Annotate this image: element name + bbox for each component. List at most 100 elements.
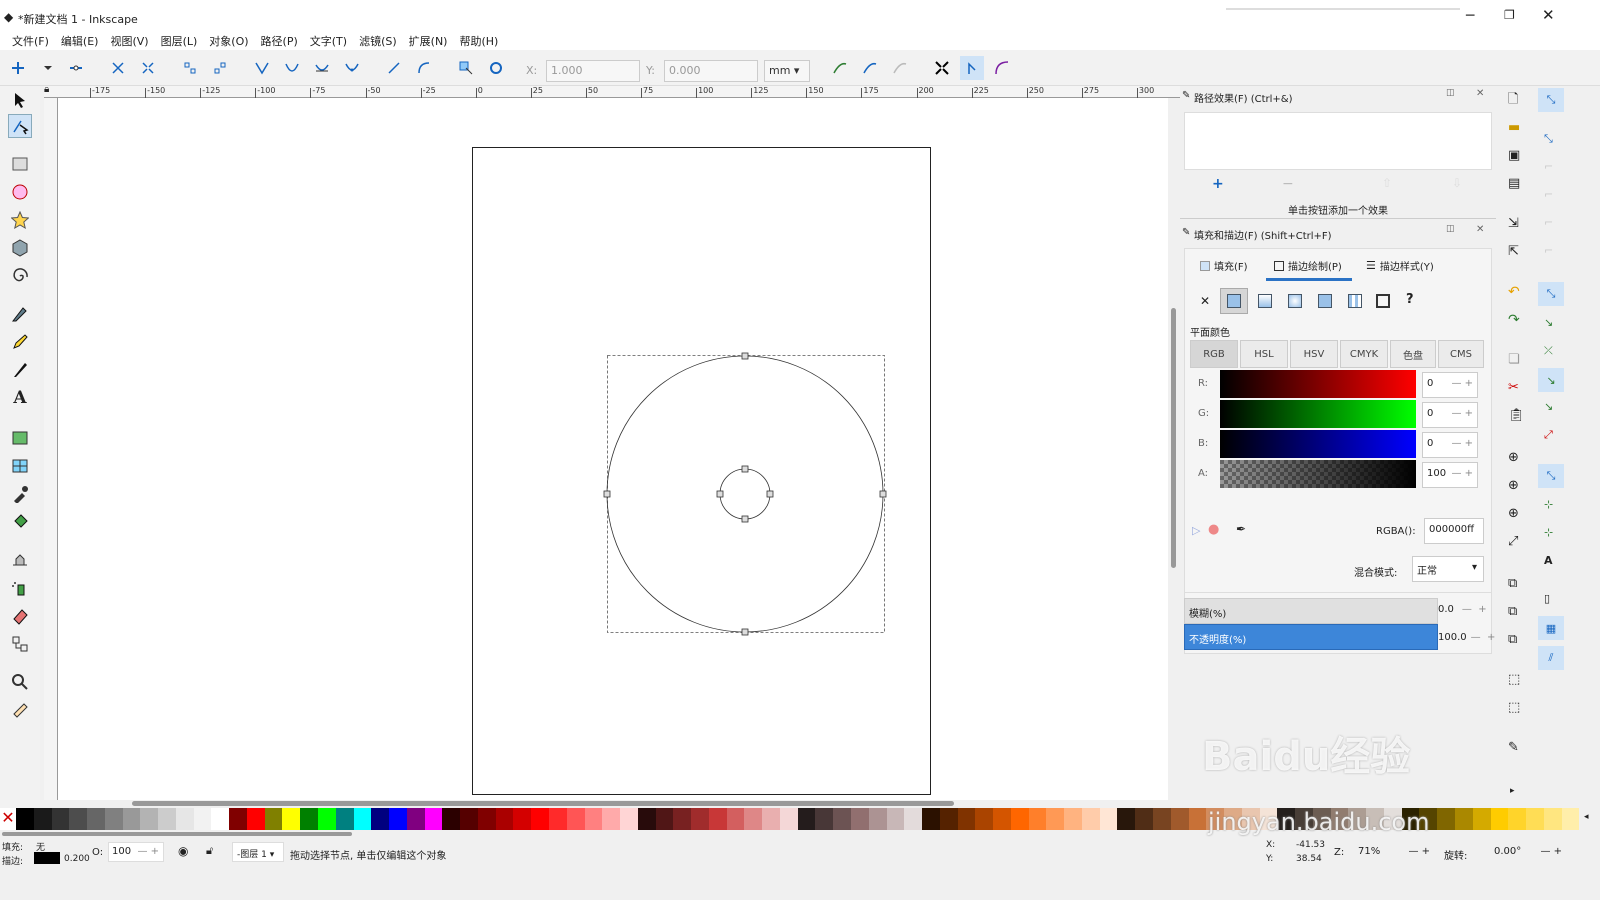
save-icon[interactable]: ▣ xyxy=(1508,148,1520,163)
layer-lock-icon[interactable]: 🔓︎ xyxy=(206,844,213,858)
linear-gradient-icon[interactable] xyxy=(1258,294,1272,308)
rgba-input[interactable]: 000000ff xyxy=(1424,518,1484,544)
color-picker-icon[interactable]: ✒ xyxy=(1236,522,1246,536)
new-doc-icon[interactable]: 🗋︎ xyxy=(1508,90,1518,112)
measure-tool-icon[interactable] xyxy=(8,698,32,722)
insert-dropdown-icon[interactable] xyxy=(38,58,58,78)
zoom-input[interactable]: 71% — + xyxy=(1354,842,1434,862)
zoom-tool-icon[interactable] xyxy=(8,670,32,694)
color-swatch[interactable] xyxy=(371,808,390,830)
delete-segment-icon[interactable] xyxy=(210,58,230,78)
dropper-tool-icon[interactable] xyxy=(8,482,32,506)
color-swatch[interactable] xyxy=(1046,808,1065,830)
color-swatch[interactable] xyxy=(87,808,105,830)
menu-view[interactable]: 视图(V) xyxy=(104,33,154,49)
color-swatch[interactable] xyxy=(975,808,994,830)
tweak-tool-icon[interactable] xyxy=(8,548,32,572)
stroke-width-value[interactable]: 0.200 xyxy=(64,854,90,864)
color-mode-hsl[interactable]: HSL xyxy=(1240,340,1288,368)
color-swatch[interactable] xyxy=(726,808,745,830)
no-paint-icon[interactable]: ✕ xyxy=(1200,294,1210,308)
connector-tool-icon[interactable] xyxy=(8,632,32,656)
opacity-slider[interactable]: 不透明度(%) xyxy=(1184,624,1438,650)
color-swatch[interactable] xyxy=(1081,808,1100,830)
menu-text[interactable]: 文字(T) xyxy=(304,33,353,49)
show-outline-icon[interactable] xyxy=(992,58,1012,78)
mask-icon[interactable] xyxy=(890,58,910,78)
join-segment-icon[interactable] xyxy=(180,58,200,78)
color-swatch[interactable] xyxy=(1472,808,1491,830)
color-swatch[interactable] xyxy=(246,808,265,830)
color-swatch[interactable] xyxy=(1561,808,1580,830)
auto-smooth-node-icon[interactable] xyxy=(342,58,362,78)
selector-tool-icon[interactable] xyxy=(8,88,32,112)
color-swatch[interactable] xyxy=(335,808,354,830)
menu-help[interactable]: 帮助(H) xyxy=(453,33,504,49)
color-swatch[interactable] xyxy=(744,808,763,830)
menu-object[interactable]: 对象(O) xyxy=(203,33,254,49)
color-swatch[interactable] xyxy=(51,808,70,830)
mesh-tool-icon[interactable] xyxy=(8,454,32,478)
color-swatch[interactable] xyxy=(282,808,301,830)
object-to-path-icon[interactable] xyxy=(456,58,476,78)
snap-bbox-center-icon[interactable]: ⌐ xyxy=(1544,244,1553,257)
ellipse-tool-icon[interactable] xyxy=(8,180,32,204)
a-slider[interactable] xyxy=(1220,460,1416,488)
color-swatch[interactable] xyxy=(158,808,176,830)
x-coordinate-input[interactable]: 1.000 xyxy=(546,60,640,82)
b-value-input[interactable]: 0— + xyxy=(1422,432,1478,458)
clone-icon[interactable]: ⧉ xyxy=(1508,604,1517,619)
print-icon[interactable]: ▤ xyxy=(1508,176,1520,191)
color-swatch[interactable] xyxy=(229,808,247,830)
color-swatch[interactable] xyxy=(708,808,727,830)
layer-select[interactable]: -图层 1 ▾ xyxy=(232,842,284,862)
a-value-input[interactable]: 100— + xyxy=(1422,462,1478,488)
fs-close-button[interactable]: ✕ xyxy=(1476,224,1484,235)
color-swatch[interactable] xyxy=(797,808,816,830)
snap-rotation-icon[interactable]: ⊹ xyxy=(1544,526,1553,539)
undo-icon[interactable]: ↶ xyxy=(1508,284,1520,300)
move-up-effect-icon[interactable]: ⇧ xyxy=(1382,176,1392,190)
menu-layer[interactable]: 图层(L) xyxy=(155,33,204,49)
color-swatch[interactable] xyxy=(1188,808,1207,830)
snap-bbox-icon[interactable]: ⤡ xyxy=(1544,132,1553,146)
color-swatch[interactable] xyxy=(264,808,283,830)
snap-guide-icon[interactable]: ⫽ xyxy=(1538,646,1564,670)
unset-paint-icon[interactable]: ? xyxy=(1406,292,1414,307)
vertical-scrollbar[interactable] xyxy=(1168,98,1180,800)
color-swatch[interactable] xyxy=(1010,808,1029,830)
color-swatch[interactable] xyxy=(1526,808,1544,830)
pattern-icon[interactable] xyxy=(1348,294,1362,308)
color-swatch[interactable] xyxy=(406,808,425,830)
g-slider[interactable] xyxy=(1220,400,1416,428)
snap-bbox-edge-icon[interactable]: ⌐ xyxy=(1544,160,1553,173)
pen-tool-icon[interactable] xyxy=(8,302,32,326)
color-swatch[interactable] xyxy=(833,808,851,830)
menu-extensions[interactable]: 扩展(N) xyxy=(403,33,454,49)
color-mode-hsv[interactable]: HSV xyxy=(1290,340,1338,368)
y-coordinate-input[interactable]: 0.000 xyxy=(664,60,758,82)
color-swatch[interactable] xyxy=(495,808,514,830)
color-swatch[interactable] xyxy=(548,808,567,830)
maximize-button[interactable]: ❐ xyxy=(1504,8,1515,22)
snap-path-icon[interactable]: ↘ xyxy=(1544,316,1553,329)
r-slider[interactable] xyxy=(1220,370,1416,398)
r-value-input[interactable]: 0— + xyxy=(1422,372,1478,398)
calligraphy-tool-icon[interactable] xyxy=(8,358,32,382)
color-swatch[interactable] xyxy=(904,808,923,830)
color-mode-cmyk[interactable]: CMYK xyxy=(1340,340,1388,368)
snap-intersection-icon[interactable]: ⤫ xyxy=(1544,344,1553,358)
color-swatch[interactable] xyxy=(442,808,461,830)
eraser-tool-icon[interactable] xyxy=(8,604,32,628)
snap-page-icon[interactable]: ▯ xyxy=(1544,592,1550,605)
break-path-icon[interactable] xyxy=(138,58,158,78)
unlink-clone-icon[interactable]: ⧉ xyxy=(1508,632,1517,647)
color-swatch[interactable] xyxy=(477,808,496,830)
smooth-node-icon[interactable] xyxy=(282,58,302,78)
rectangle-tool-icon[interactable] xyxy=(8,152,32,176)
copy-icon[interactable]: ❏ xyxy=(1508,352,1520,367)
color-swatch[interactable] xyxy=(762,808,780,830)
show-handles-icon[interactable] xyxy=(960,56,984,80)
spiral-tool-icon[interactable] xyxy=(8,264,32,288)
lock-guides-icon[interactable]: 🔒︎ xyxy=(44,84,49,95)
